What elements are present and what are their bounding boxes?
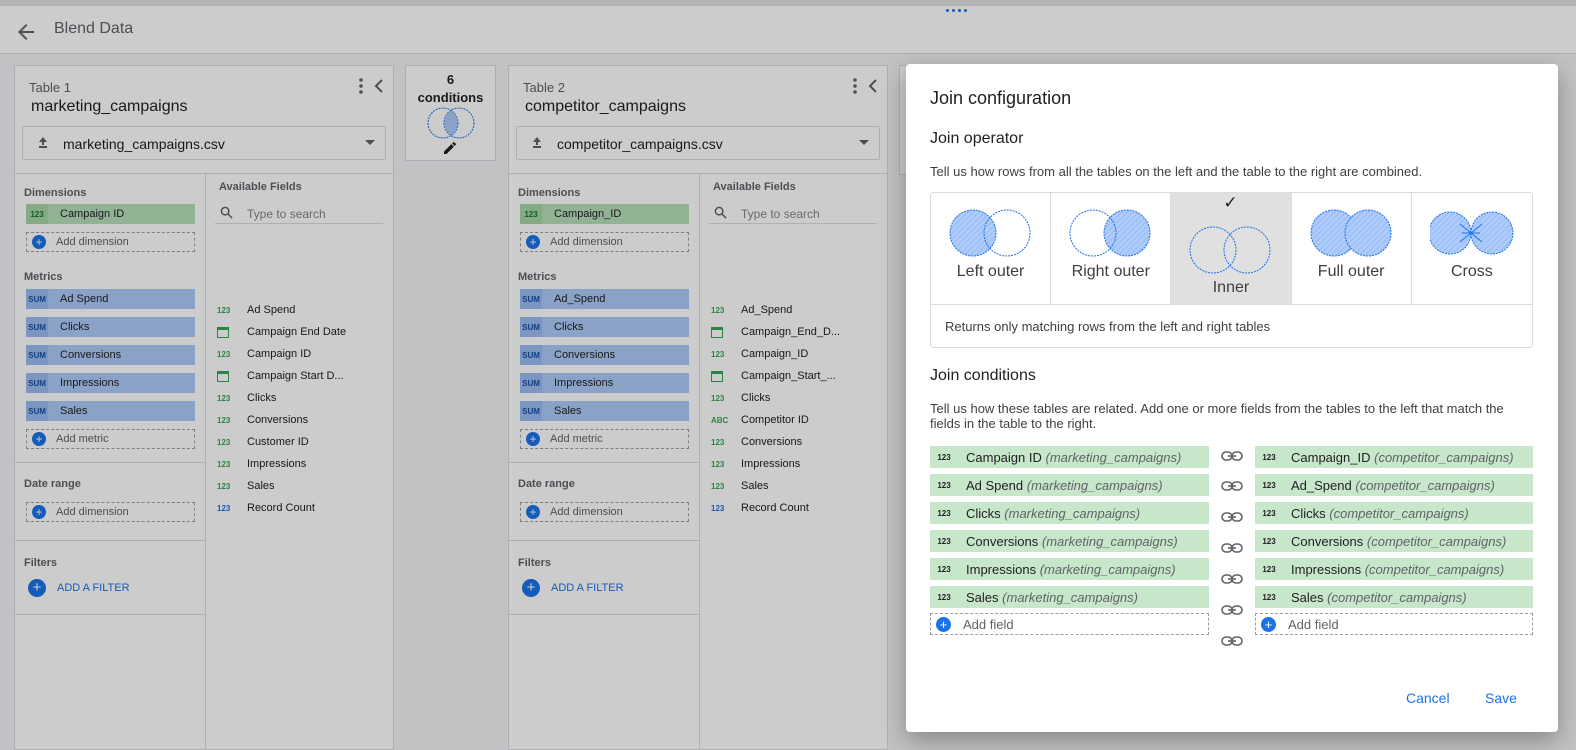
right-condition-field-name: Clicks (competitor_campaigns) <box>1291 505 1469 521</box>
left-add-field-button[interactable]: + Add field <box>930 613 1209 635</box>
link-icon[interactable] <box>1221 603 1243 617</box>
inner-join-icon <box>1189 226 1271 274</box>
number-type-icon: 123 <box>937 536 951 546</box>
inner-join-option[interactable]: ✓ Inner <box>1171 193 1292 305</box>
cross-join-icon <box>1429 211 1514 255</box>
full-outer-join-icon <box>1310 209 1392 257</box>
left-condition-field-name: Clicks (marketing_campaigns) <box>966 505 1141 521</box>
left-condition-field[interactable]: 123 Impressions (marketing_campaigns) <box>930 558 1209 580</box>
check-icon: ✓ <box>1223 193 1238 212</box>
full-outer-join-option[interactable]: Full outer <box>1292 193 1412 305</box>
link-icon[interactable] <box>1221 541 1243 555</box>
left-condition-field[interactable]: 123 Clicks (marketing_campaigns) <box>930 502 1209 524</box>
join-conditions-description: Tell us how these tables are related. Ad… <box>930 401 1504 431</box>
join-operator-description: Tell us how rows from all the tables on … <box>930 164 1423 179</box>
operator-description: Returns only matching rows from the left… <box>945 319 1271 334</box>
left-condition-field-name: Conversions (marketing_campaigns) <box>966 533 1178 549</box>
operator-label: Cross <box>1450 263 1493 280</box>
right-condition-field[interactable]: 123 Ad_Spend (competitor_campaigns) <box>1255 474 1533 496</box>
right-condition-field-name: Impressions (competitor_campaigns) <box>1291 561 1505 577</box>
dialog-title: Join configuration <box>930 88 1072 108</box>
number-type-icon: 123 <box>1262 564 1276 574</box>
right-add-field-button[interactable]: + Add field <box>1255 613 1533 635</box>
left-condition-field-name: Campaign ID (marketing_campaigns) <box>966 449 1182 465</box>
join-conditions-heading: Join conditions <box>930 367 1036 384</box>
save-button[interactable]: Save <box>1485 690 1517 706</box>
link-icon[interactable] <box>1221 634 1243 648</box>
add-field-label: Add field <box>963 616 1014 632</box>
left-condition-field-name: Ad Spend (marketing_campaigns) <box>966 477 1163 493</box>
right-condition-field[interactable]: 123 Impressions (competitor_campaigns) <box>1255 558 1533 580</box>
join-operator-selector: Left outer Right outer ✓ Inner Full oute… <box>930 192 1533 348</box>
number-type-icon: 123 <box>1262 536 1276 546</box>
number-type-icon: 123 <box>937 480 951 490</box>
number-type-icon: 123 <box>1262 592 1276 602</box>
right-condition-field[interactable]: 123 Conversions (competitor_campaigns) <box>1255 530 1533 552</box>
number-type-icon: 123 <box>937 564 951 574</box>
right-condition-field-name: Ad_Spend (competitor_campaigns) <box>1291 477 1495 493</box>
right-condition-field[interactable]: 123 Campaign_ID (competitor_campaigns) <box>1255 446 1533 468</box>
operator-label: Left outer <box>956 263 1025 280</box>
number-type-icon: 123 <box>937 508 951 518</box>
number-type-icon: 123 <box>937 452 951 462</box>
operator-label: Right outer <box>1071 263 1150 280</box>
left-outer-join-option[interactable]: Left outer <box>931 193 1052 305</box>
right-outer-join-option[interactable]: Right outer <box>1051 193 1172 305</box>
cross-join-option[interactable]: Cross <box>1412 193 1532 305</box>
link-icon[interactable] <box>1221 449 1243 463</box>
plus-icon: + <box>1261 616 1276 632</box>
right-condition-field-name: Conversions (competitor_campaigns) <box>1291 533 1507 549</box>
left-condition-field-name: Sales (marketing_campaigns) <box>966 589 1138 605</box>
left-condition-field[interactable]: 123 Ad Spend (marketing_campaigns) <box>930 474 1209 496</box>
number-type-icon: 123 <box>1262 480 1276 490</box>
left-condition-field[interactable]: 123 Campaign ID (marketing_campaigns) <box>930 446 1209 468</box>
right-outer-join-icon <box>1069 209 1151 257</box>
join-configuration-dialog: Join configuration Join operator Tell us… <box>906 64 1558 732</box>
link-icon[interactable] <box>1221 572 1243 586</box>
link-icon[interactable] <box>1221 479 1243 493</box>
number-type-icon: 123 <box>937 592 951 602</box>
join-operator-heading: Join operator <box>930 130 1024 147</box>
operator-label: Full outer <box>1317 263 1385 280</box>
link-icon[interactable] <box>1221 510 1243 524</box>
operator-label: Inner <box>1212 279 1250 296</box>
right-condition-field[interactable]: 123 Clicks (competitor_campaigns) <box>1255 502 1533 524</box>
right-condition-field-name: Sales (competitor_campaigns) <box>1291 589 1467 605</box>
left-condition-field[interactable]: 123 Conversions (marketing_campaigns) <box>930 530 1209 552</box>
add-field-label: Add field <box>1288 616 1339 632</box>
plus-icon: + <box>936 616 951 632</box>
number-type-icon: 123 <box>1262 508 1276 518</box>
number-type-icon: 123 <box>1262 452 1276 462</box>
left-condition-field[interactable]: 123 Sales (marketing_campaigns) <box>930 586 1209 608</box>
right-condition-field[interactable]: 123 Sales (competitor_campaigns) <box>1255 586 1533 608</box>
left-condition-field-name: Impressions (marketing_campaigns) <box>966 561 1176 577</box>
left-outer-join-icon <box>949 209 1031 257</box>
cancel-button[interactable]: Cancel <box>1406 690 1450 706</box>
right-condition-field-name: Campaign_ID (competitor_campaigns) <box>1291 449 1514 465</box>
